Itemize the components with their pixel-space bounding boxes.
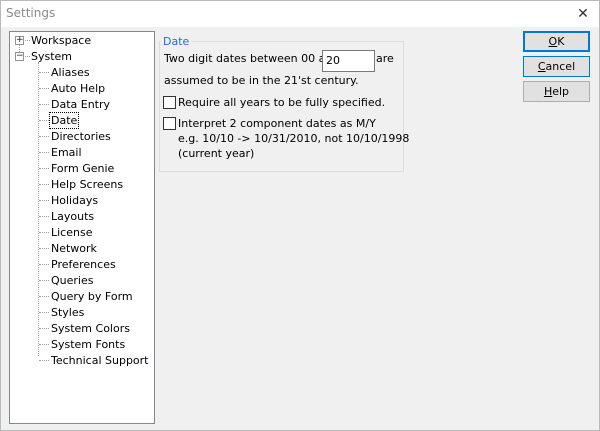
tree-connector [39,296,49,297]
tree-connector [39,152,49,153]
tree-item-license[interactable]: License [50,225,93,240]
close-icon[interactable]: ✕ [573,4,593,24]
tree-connector [39,104,49,105]
tree-item-form-genie[interactable]: Form Genie [50,161,115,176]
interpret-my-label: Interpret 2 component dates as M/Y [178,117,376,130]
date-group-title: Date [161,35,192,48]
interpret-my-checkbox[interactable] [163,117,176,130]
tree-item-system-fonts[interactable]: System Fonts [50,337,126,352]
are-label: are [376,52,394,65]
tree-connector [39,280,49,281]
tree-item-queries[interactable]: Queries [50,273,94,288]
help-label-rest: elp [552,85,570,98]
tree-connector [39,184,49,185]
tree-connector [39,88,49,89]
require-all-years-label: Require all years to be fully specified. [178,96,386,109]
tree-item-query-by-form[interactable]: Query by Form [50,289,134,304]
cancel-accel: C [537,60,546,73]
tree-connector [39,344,49,345]
tree-item-date[interactable]: Date [48,112,80,129]
tree-item-directories[interactable]: Directories [50,129,112,144]
tree-item-help-screens[interactable]: Help Screens [50,177,124,192]
tree-item-auto-help[interactable]: Auto Help [50,81,106,96]
ok-label-rest: K [557,35,565,48]
tree-connector [39,360,49,361]
tree-connector [25,56,30,57]
tree-connector [39,248,49,249]
interpret-example-line2: (current year) [178,147,255,160]
two-digit-label: Two digit dates between 00 and [164,52,340,65]
tree-item-preferences[interactable]: Preferences [50,257,117,272]
tree-item-holidays[interactable]: Holidays [50,193,99,208]
tree-connector [39,312,49,313]
ok-button[interactable]: OK [523,31,590,52]
tree-connector [39,168,49,169]
tree-connector [39,264,49,265]
help-accel: H [543,85,553,98]
tree-connector [39,216,49,217]
settings-window: Settings ✕ + Workspace − System Aliases A… [0,0,600,431]
tree-connector [39,120,49,121]
tree-item-layouts[interactable]: Layouts [50,209,95,224]
interpret-example-line1: e.g. 10/10 -> 10/31/2010, not 10/10/1998 [178,132,410,145]
help-button[interactable]: Help [523,81,590,102]
century-label: assumed to be in the 21'st century. [164,74,359,87]
cancel-label-rest: ancel [545,60,576,73]
century-year-input[interactable]: 20 [322,50,375,72]
tree-item-data-entry[interactable]: Data Entry [50,97,111,112]
tree-item-network[interactable]: Network [50,241,98,256]
tree-connector [39,136,49,137]
tree-connector [39,232,49,233]
require-all-years-checkbox[interactable] [163,96,176,109]
settings-tree[interactable]: + Workspace − System Aliases Auto Help Dat… [9,31,155,424]
collapse-system-icon[interactable]: − [15,52,24,61]
window-title: Settings [6,6,56,20]
tree-item-workspace[interactable]: Workspace [31,33,91,48]
tree-item-technical-support[interactable]: Technical Support [50,353,150,368]
tree-item-email[interactable]: Email [50,145,83,160]
expand-workspace-icon[interactable]: + [15,36,24,45]
title-bar: Settings ✕ [1,1,599,27]
tree-item-system-colors[interactable]: System Colors [50,321,131,336]
ok-accel: O [548,35,558,48]
tree-item-aliases[interactable]: Aliases [50,65,91,80]
tree-connector [25,40,30,41]
tree-connector [39,328,49,329]
tree-item-styles[interactable]: Styles [50,305,85,320]
tree-connector [39,72,49,73]
cancel-button[interactable]: Cancel [523,56,590,77]
tree-connector [39,200,49,201]
